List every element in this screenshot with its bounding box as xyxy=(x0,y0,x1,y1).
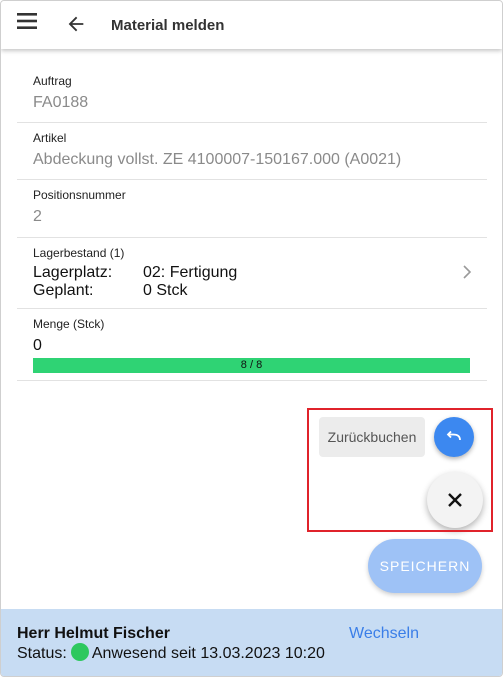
field-artikel: Artikel Abdeckung vollst. ZE 4100007-150… xyxy=(17,123,487,180)
geplant-key: Geplant: xyxy=(33,282,94,299)
switch-user-link[interactable]: Wechseln xyxy=(349,625,419,643)
app-bar: Material melden xyxy=(1,1,502,49)
zurueckbuchen-label[interactable]: Zurückbuchen xyxy=(319,417,425,457)
lagerbestand-item[interactable]: Lagerbestand (1) Lagerplatz: 02: Fertigun… xyxy=(17,238,487,309)
field-auftrag: Auftrag FA0188 xyxy=(17,63,487,123)
lagerplatz-key: Lagerplatz: xyxy=(33,264,113,281)
form: Auftrag FA0188 Artikel Abdeckung vollst.… xyxy=(17,63,487,381)
field-positionsnummer: Positionsnummer 2 xyxy=(17,180,487,238)
close-speed-dial-button[interactable] xyxy=(427,472,483,528)
undo-icon xyxy=(446,430,461,441)
artikel-label: Artikel xyxy=(33,131,67,145)
zurueckbuchen-button[interactable] xyxy=(434,417,474,457)
lagerbestand-label: Lagerbestand (1) xyxy=(33,246,125,260)
lagerplatz-value: 02: Fertigung xyxy=(143,264,238,281)
field-menge: Menge (Stck) 0 8 / 8 xyxy=(17,309,487,381)
close-icon xyxy=(448,493,462,507)
save-button[interactable]: SPEICHERN xyxy=(368,539,482,593)
menge-label: Menge (Stck) xyxy=(33,317,105,331)
page-title: Material melden xyxy=(111,17,225,34)
geplant-row: Geplant: 0 Stck xyxy=(33,282,187,300)
chevron-right-icon xyxy=(461,264,473,280)
menge-input[interactable]: 0 xyxy=(33,337,42,355)
arrow-back-icon[interactable] xyxy=(65,13,91,37)
user-name: Herr Helmut Fischer xyxy=(17,625,170,642)
menu-icon[interactable] xyxy=(17,13,43,37)
artikel-value: Abdeckung vollst. ZE 4100007-150167.000 … xyxy=(33,151,402,168)
status-indicator-icon xyxy=(70,643,89,661)
positionsnummer-label: Positionsnummer xyxy=(33,188,126,202)
auftrag-label: Auftrag xyxy=(33,74,72,88)
geplant-value: 0 Stck xyxy=(143,282,188,299)
menge-progress-bar: 8 / 8 xyxy=(33,358,470,373)
user-status: Status: Anwesend seit 13.03.2023 10:20 xyxy=(17,643,325,663)
app-window: Material melden Auftrag FA0188 Artikel A… xyxy=(0,0,503,677)
auftrag-value: FA0188 xyxy=(33,94,89,111)
status-prefix: Status: xyxy=(17,645,67,662)
status-text: Anwesend seit 13.03.2023 10:20 xyxy=(91,645,325,662)
lagerplatz-row: Lagerplatz: 02: Fertigung xyxy=(33,264,237,282)
user-footer: Herr Helmut Fischer Status: Anwesend seit… xyxy=(1,609,502,676)
progress-text: 8 / 8 xyxy=(240,359,263,371)
positionsnummer-value: 2 xyxy=(33,208,42,225)
